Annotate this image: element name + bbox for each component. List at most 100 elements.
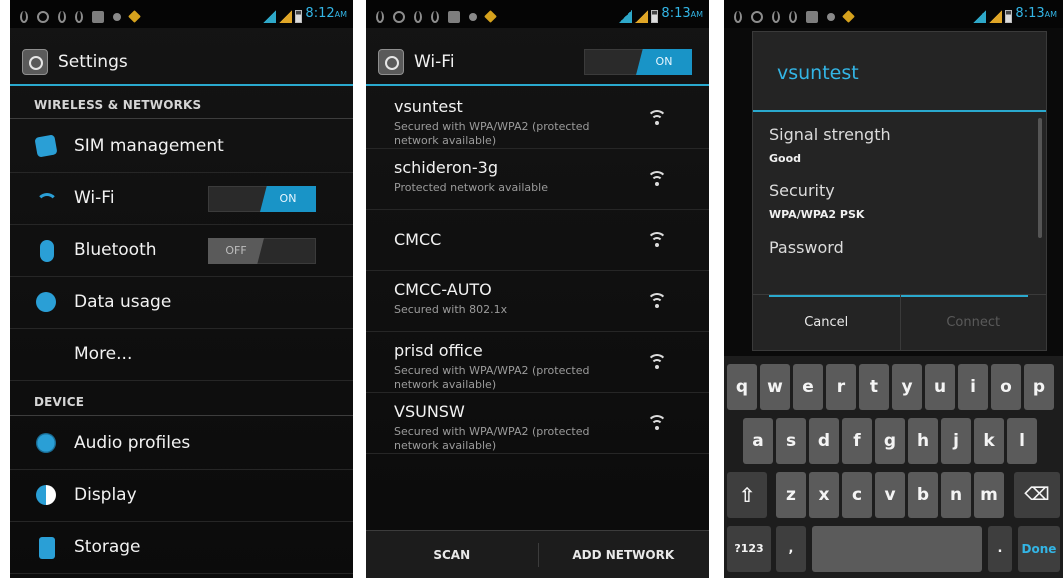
settings-item-wifi[interactable]: Wi-Fi ON: [10, 173, 353, 225]
key-x[interactable]: x: [809, 472, 839, 518]
settings-app-icon[interactable]: [378, 49, 404, 75]
key-g[interactable]: g: [875, 418, 905, 464]
symbols-key[interactable]: ?123: [727, 526, 771, 572]
add-network-button[interactable]: ADD NETWORK: [538, 531, 710, 578]
screenshot-icon: [92, 10, 104, 23]
page-title: Settings: [58, 52, 128, 72]
password-label: Password: [769, 238, 844, 257]
key-v[interactable]: v: [875, 472, 905, 518]
wifi-secured-signal-icon: [647, 110, 667, 126]
usb-icon: [772, 10, 780, 23]
space-key[interactable]: [812, 526, 982, 572]
done-key[interactable]: Done: [1018, 526, 1060, 572]
key-z[interactable]: z: [776, 472, 806, 518]
network-status: Protected network available: [394, 181, 548, 194]
wifi-connect-dialog: vsuntest Signal strength Good Security W…: [752, 31, 1047, 351]
dialog-title: vsuntest: [777, 62, 859, 84]
usb-icon: [734, 10, 742, 23]
settings-item-more[interactable]: More...: [10, 329, 353, 381]
clock: 8:13AM: [1015, 6, 1057, 21]
key-w[interactable]: w: [760, 364, 790, 410]
settings-item-bluetooth[interactable]: Bluetooth OFF: [10, 225, 353, 277]
notification-icons: [734, 6, 862, 23]
action-bar: Settings: [10, 38, 353, 86]
wifi-master-toggle[interactable]: ON: [584, 49, 692, 75]
wifi-toggle[interactable]: ON: [208, 186, 316, 212]
key-a[interactable]: a: [743, 418, 773, 464]
security-value: WPA/WPA2 PSK: [769, 208, 865, 221]
key-l[interactable]: l: [1007, 418, 1037, 464]
settings-item-storage[interactable]: Storage: [10, 522, 353, 574]
settings-item-label: More...: [74, 344, 133, 364]
signal-icon: [279, 10, 293, 23]
settings-item-label: Data usage: [74, 292, 172, 312]
wifi-network-item[interactable]: prisd office Secured with WPA/WPA2 (prot…: [366, 332, 709, 393]
signal-icon: [263, 10, 277, 23]
section-header-device: DEVICE: [10, 388, 353, 416]
network-status: Secured with 802.1x: [394, 303, 508, 316]
wifi-network-item[interactable]: VSUNSW Secured with WPA/WPA2 (protected …: [366, 393, 709, 454]
settings-item-display[interactable]: Display: [10, 470, 353, 522]
cancel-button[interactable]: Cancel: [753, 295, 900, 351]
key-k[interactable]: k: [974, 418, 1004, 464]
wifi-signal-icon: [647, 171, 667, 187]
wifi-connect-screen: 8:13AM vsuntest Signal strength Good Sec…: [724, 0, 1063, 578]
dialog-scrollbar[interactable]: [1038, 118, 1042, 238]
wifi-network-item[interactable]: CMCC-AUTO Secured with 802.1x: [366, 271, 709, 332]
status-bar: 8:13AM: [724, 0, 1063, 28]
usb-icon: [789, 10, 797, 23]
network-name: vsuntest: [394, 97, 463, 116]
toggle-knob: ON: [260, 186, 316, 212]
settings-item-audio-profiles[interactable]: Audio profiles: [10, 418, 353, 470]
key-i[interactable]: i: [958, 364, 988, 410]
wifi-network-item[interactable]: CMCC: [366, 210, 709, 271]
key-b[interactable]: b: [908, 472, 938, 518]
bluetooth-icon: [40, 240, 54, 262]
star-icon: [484, 10, 497, 23]
key-n[interactable]: n: [941, 472, 971, 518]
key-r[interactable]: r: [826, 364, 856, 410]
key-o[interactable]: o: [991, 364, 1021, 410]
backspace-key-icon[interactable]: ⌫: [1014, 472, 1060, 518]
key-e[interactable]: e: [793, 364, 823, 410]
page-title: Wi-Fi: [414, 52, 455, 72]
key-j[interactable]: j: [941, 418, 971, 464]
sync-icon: [827, 12, 835, 21]
comma-key[interactable]: ,: [776, 526, 806, 572]
notification-icons: [376, 6, 504, 23]
star-icon: [128, 10, 141, 23]
key-h[interactable]: h: [908, 418, 938, 464]
key-d[interactable]: d: [809, 418, 839, 464]
wifi-secured-signal-icon: [647, 415, 667, 431]
shift-key-icon[interactable]: ⇧: [727, 472, 767, 518]
data-usage-icon: [36, 292, 56, 312]
key-t[interactable]: t: [859, 364, 889, 410]
wifi-network-item[interactable]: schideron-3g Protected network available: [366, 149, 709, 210]
display-icon: [36, 485, 56, 505]
key-s[interactable]: s: [776, 418, 806, 464]
network-name: CMCC-AUTO: [394, 280, 492, 299]
key-c[interactable]: c: [842, 472, 872, 518]
key-m[interactable]: m: [974, 472, 1004, 518]
soft-keyboard: q w e r t y u i o p a s d f g h j k l ⇧ …: [724, 356, 1063, 578]
wifi-network-item[interactable]: vsuntest Secured with WPA/WPA2 (protecte…: [366, 88, 709, 149]
period-key[interactable]: .: [988, 526, 1012, 572]
network-status: Secured with WPA/WPA2 (protected network…: [394, 364, 590, 391]
sim-card-icon: [34, 134, 58, 158]
network-name: schideron-3g: [394, 158, 498, 177]
settings-item-sim[interactable]: SIM management: [10, 121, 353, 173]
connect-button[interactable]: Connect: [899, 295, 1047, 351]
toggle-knob: OFF: [208, 238, 264, 264]
settings-item-data-usage[interactable]: Data usage: [10, 277, 353, 329]
signal-strength-value: Good: [769, 152, 802, 165]
settings-app-icon[interactable]: [22, 49, 48, 75]
key-f[interactable]: f: [842, 418, 872, 464]
scan-button[interactable]: SCAN: [366, 531, 538, 578]
storage-icon: [39, 537, 55, 559]
key-q[interactable]: q: [727, 364, 757, 410]
key-p[interactable]: p: [1024, 364, 1054, 410]
settings-item-label: Wi-Fi: [74, 188, 115, 208]
key-y[interactable]: y: [892, 364, 922, 410]
key-u[interactable]: u: [925, 364, 955, 410]
bluetooth-toggle[interactable]: OFF: [208, 238, 316, 264]
